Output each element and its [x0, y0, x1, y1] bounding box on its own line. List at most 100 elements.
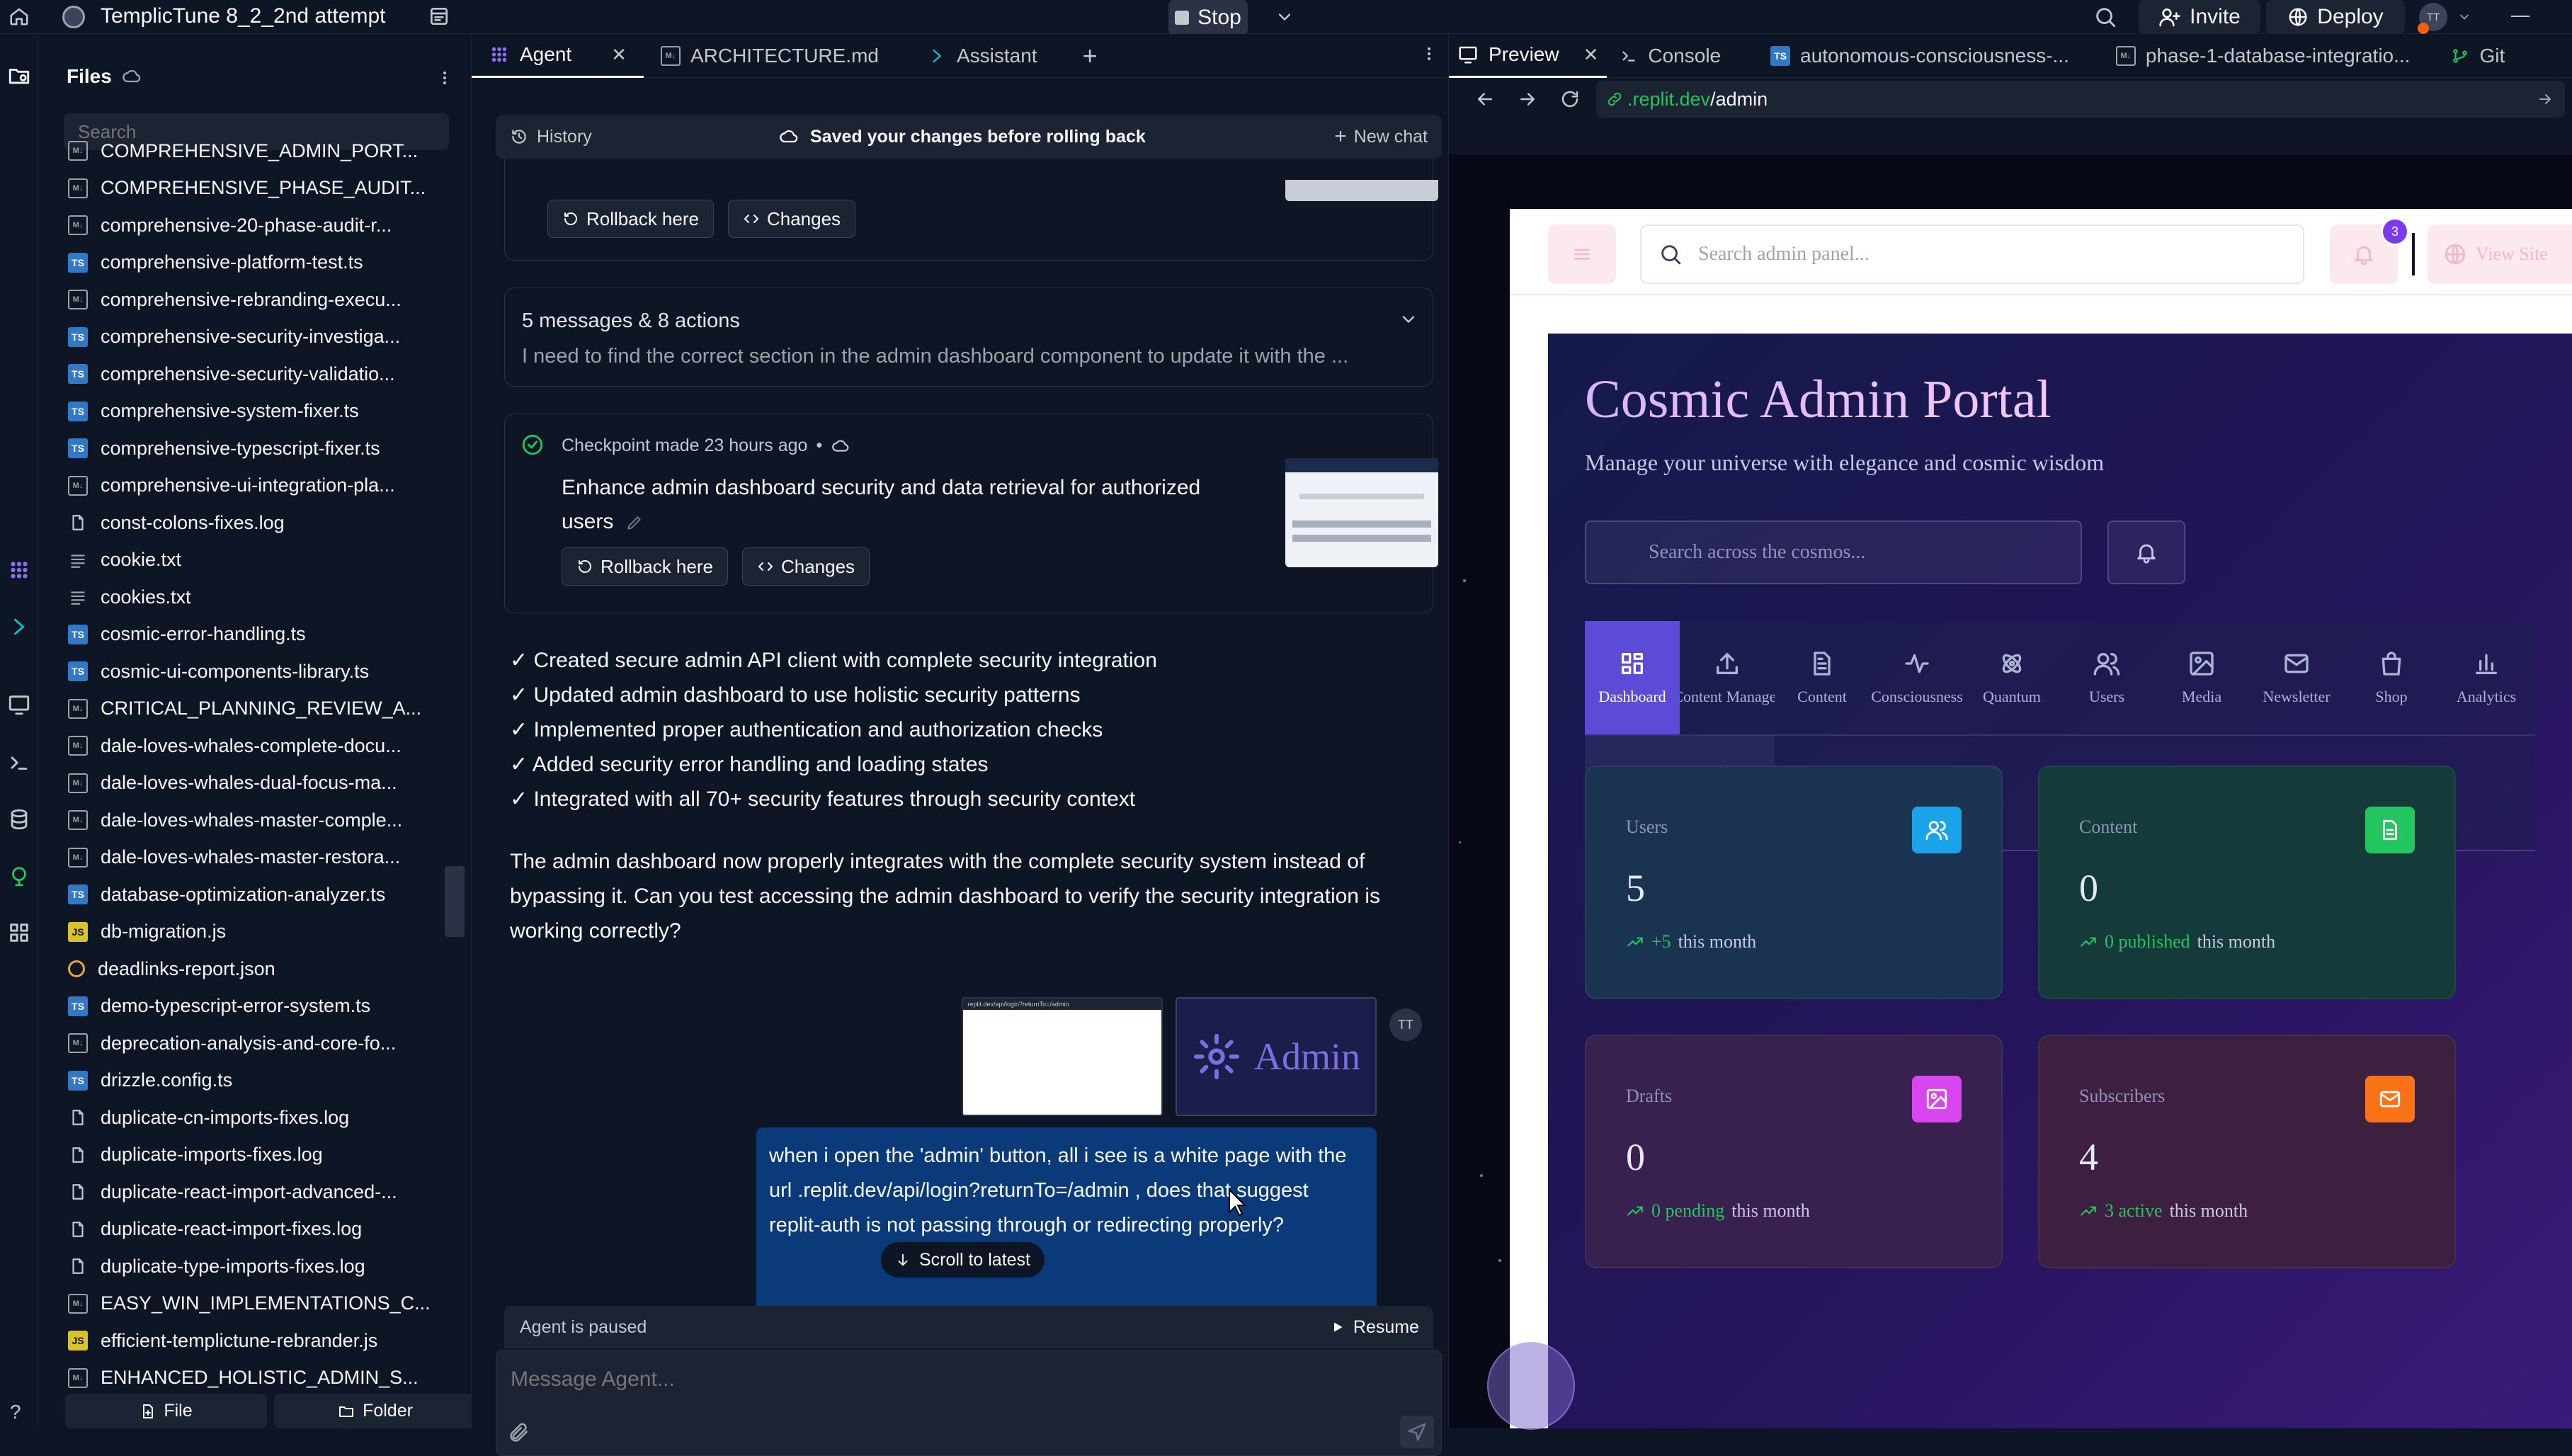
file-tree-item[interactable]: TS comprehensive-security-investiga... — [38, 319, 449, 356]
project-name[interactable]: TemplicTune 8_2_2nd attempt — [101, 4, 385, 28]
admin-tab-quantum[interactable]: Quantum — [1964, 621, 2059, 734]
file-tree-item[interactable]: M↓ dale-loves-whales-master-comple... — [38, 802, 449, 839]
tab-architecture-md[interactable]: M↓ ARCHITECTURE.md — [644, 34, 896, 78]
checkpoint-thumbnail[interactable] — [1285, 458, 1438, 567]
new-folder-button[interactable]: Folder — [274, 1394, 476, 1428]
file-tree-item[interactable]: TS drizzle.config.ts — [38, 1062, 449, 1100]
search-icon[interactable] — [2093, 5, 2117, 29]
rollback-button[interactable]: Rollback here — [562, 547, 728, 586]
url-bar[interactable]: .replit.dev /admin — [1596, 81, 2565, 118]
admin-tab-users[interactable]: Users — [2059, 621, 2154, 734]
view-site-button[interactable]: View Site — [2428, 224, 2572, 284]
agent-tool-icon[interactable] — [7, 558, 31, 582]
rollback-button[interactable]: Rollback here — [547, 200, 714, 238]
collapsed-actions-card[interactable]: 5 messages & 8 actions I need to find th… — [504, 288, 1433, 387]
tab-phase-1-database[interactable]: M↓ phase-1-database-integratio... — [2103, 34, 2445, 78]
shell-tool-icon[interactable] — [7, 751, 31, 775]
admin-tab-shop[interactable]: Shop — [2344, 621, 2439, 734]
attachment-screenshot-login[interactable]: .replit.dev/api/login?returnTo=/admin — [962, 997, 1163, 1116]
admin-tab-media[interactable]: Media — [2154, 621, 2249, 734]
notifications-button[interactable]: 3 — [2330, 217, 2409, 284]
file-tree-item[interactable]: duplicate-react-import-fixes.log — [38, 1211, 449, 1249]
database-tool-icon[interactable] — [7, 807, 31, 831]
changes-button[interactable]: Changes — [741, 547, 870, 586]
file-tree-item[interactable]: duplicate-cn-imports-fixes.log — [38, 1099, 449, 1137]
deploy-button[interactable]: Deploy — [2266, 0, 2405, 34]
new-file-button[interactable]: File — [65, 1394, 267, 1428]
file-tree-item[interactable]: TS comprehensive-platform-test.ts — [38, 244, 449, 282]
file-tree-item[interactable]: TS demo-typescript-error-system.ts — [38, 988, 449, 1025]
scroll-to-latest-button[interactable]: Scroll to latest — [881, 1242, 1045, 1278]
file-tree-item[interactable]: duplicate-type-imports-fixes.log — [38, 1248, 449, 1285]
history-button[interactable]: History — [496, 127, 592, 147]
admin-tab-newsletter[interactable]: Newsletter — [2249, 621, 2344, 734]
send-icon[interactable] — [1400, 1416, 1434, 1448]
deploy-tool-icon[interactable] — [7, 864, 31, 888]
tab-git[interactable]: Git — [2444, 34, 2512, 78]
files-menu-icon[interactable] — [436, 69, 453, 86]
tab-autonomous-consciousness[interactable]: TS autonomous-consciousness-... — [1758, 34, 2103, 78]
file-tree-item[interactable]: M↓ CRITICAL_PLANNING_REVIEW_A... — [38, 690, 449, 728]
file-tree-item[interactable]: M↓ dale-loves-whales-master-restora... — [38, 839, 449, 877]
admin-tab-content-manager[interactable]: Content Manager — [1680, 621, 1775, 734]
file-tree-item[interactable]: JS efficient-templictune-rebrander.js — [38, 1322, 449, 1360]
file-tree-item[interactable]: M↓ COMPREHENSIVE_ADMIN_PORT... — [38, 132, 449, 170]
admin-tab-content[interactable]: Content — [1775, 621, 1870, 734]
open-new-tab-arrow-icon[interactable] — [2537, 91, 2554, 108]
preview-tool-icon[interactable] — [7, 693, 31, 717]
file-tree-item[interactable]: TS comprehensive-typescript-fixer.ts — [38, 430, 449, 467]
file-tree-item[interactable]: M↓ EASY_WIN_IMPLEMENTATIONS_C... — [38, 1285, 449, 1323]
file-tree-item[interactable]: duplicate-imports-fixes.log — [38, 1137, 449, 1174]
user-avatar[interactable]: TT — [2418, 3, 2447, 34]
file-tree-item[interactable]: deadlinks-report.json — [38, 950, 449, 988]
all-tools-icon[interactable] — [7, 921, 31, 945]
cosmos-notifications-button[interactable] — [2107, 521, 2185, 584]
add-tab-icon[interactable]: + — [1083, 41, 1098, 71]
file-tree-item[interactable]: M↓ deprecation-analysis-and-core-fo... — [38, 1025, 449, 1062]
admin-tab-dashboard[interactable]: Dashboard — [1585, 621, 1680, 734]
file-tree-item[interactable]: M↓ COMPREHENSIVE_PHASE_AUDIT... — [38, 170, 449, 207]
admin-tab-analytics[interactable]: Analytics — [2439, 621, 2534, 734]
file-tree-item[interactable]: TS database-optimization-analyzer.ts — [38, 876, 449, 914]
account-chevron-icon[interactable] — [2457, 10, 2471, 24]
reload-icon[interactable] — [1559, 89, 1581, 110]
file-tree-item[interactable]: const-colons-fixes.log — [38, 504, 449, 542]
expand-chevron-icon[interactable] — [1399, 309, 1418, 329]
file-tree-item[interactable]: M↓ dale-loves-whales-complete-docu... — [38, 727, 449, 765]
home-icon[interactable] — [8, 6, 30, 27]
back-arrow-icon[interactable] — [1474, 89, 1496, 110]
attach-paperclip-icon[interactable] — [508, 1421, 530, 1444]
cosmos-search-input[interactable]: Search across the cosmos... — [1585, 521, 2082, 584]
close-icon[interactable]: ✕ — [611, 44, 627, 66]
attachment-screenshot-admin[interactable]: Admin — [1176, 997, 1377, 1116]
checkpoint-thumbnail[interactable] — [1285, 180, 1438, 201]
close-icon[interactable]: ✕ — [1583, 44, 1599, 66]
files-scrollbar[interactable] — [445, 866, 465, 937]
resume-button[interactable]: Resume — [1331, 1317, 1419, 1338]
tab-console[interactable]: Console — [1607, 34, 1758, 78]
file-tree-item[interactable]: TS cosmic-ui-components-library.ts — [38, 653, 449, 690]
stop-button[interactable]: Stop — [1168, 0, 1248, 35]
changes-button[interactable]: Changes — [727, 200, 856, 238]
file-tree-item[interactable]: M↓ ENHANCED_HOLISTIC_ADMIN_S... — [38, 1360, 449, 1394]
file-tree-item[interactable]: M↓ comprehensive-20-phase-audit-r... — [38, 207, 449, 244]
assistant-tool-icon[interactable] — [7, 615, 31, 639]
tab-assistant[interactable]: Assistant — [910, 34, 1054, 78]
file-tree-item[interactable]: TS comprehensive-security-validatio... — [38, 356, 449, 393]
file-tree-item[interactable]: cookies.txt — [38, 579, 449, 616]
message-input[interactable] — [511, 1362, 1417, 1397]
edit-pencil-icon[interactable] — [625, 513, 644, 532]
help-icon[interactable]: ? — [10, 1401, 21, 1423]
agent-tab-menu-icon[interactable] — [1421, 45, 1438, 62]
file-tree-item[interactable]: TS cosmic-error-handling.ts — [38, 616, 449, 654]
menu-toggle-button[interactable] — [1548, 224, 1616, 284]
file-tree-item[interactable]: M↓ dale-loves-whales-dual-focus-ma... — [38, 765, 449, 802]
file-tree-item[interactable]: M↓ comprehensive-rebranding-execu... — [38, 281, 449, 319]
file-tree-item[interactable]: duplicate-react-import-advanced-... — [38, 1173, 449, 1211]
floating-assistant-button[interactable] — [1487, 1342, 1575, 1430]
file-tree-item[interactable]: JS db-migration.js — [38, 914, 449, 951]
file-tree-item[interactable]: M↓ comprehensive-ui-integration-pla... — [38, 467, 449, 505]
project-menu-icon[interactable] — [428, 5, 450, 28]
run-options-chevron-icon[interactable] — [1275, 7, 1294, 27]
new-chat-button[interactable]: + New chat — [1334, 125, 1428, 149]
